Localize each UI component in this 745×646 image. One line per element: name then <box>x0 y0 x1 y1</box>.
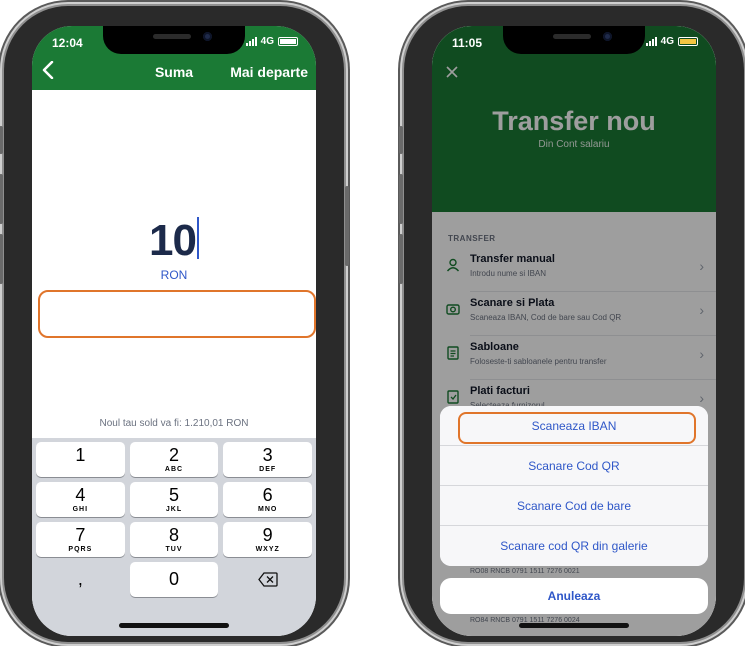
option-scanare-qr-galerie[interactable]: Scanare cod QR din galerie <box>440 526 708 566</box>
battery-icon <box>278 37 298 46</box>
key-2[interactable]: 2 ABC <box>129 442 219 477</box>
key-4[interactable]: 4 GHI <box>36 482 125 517</box>
key-5[interactable]: 5 JKL <box>129 482 219 517</box>
amount-screen: 12:04 4G Suma Mai departe 10 RON Noul ta… <box>32 26 316 636</box>
home-indicator <box>119 623 229 628</box>
highlight-box <box>458 412 696 444</box>
status-time: 12:04 <box>52 36 83 50</box>
option-scanare-cod-bare[interactable]: Scanare Cod de bare <box>440 486 708 526</box>
notch <box>503 26 645 54</box>
keypad-row: 1 2 ABC 3 DEF <box>36 442 313 477</box>
home-indicator <box>519 623 629 628</box>
key-3[interactable]: 3 DEF <box>223 442 313 477</box>
backspace-icon <box>257 572 278 587</box>
network-label: 4G <box>660 36 674 47</box>
volume-up-button <box>399 174 403 224</box>
next-button[interactable]: Mai departe <box>230 64 308 80</box>
option-scanare-cod-qr[interactable]: Scanare Cod QR <box>440 446 708 486</box>
volume-up-button <box>0 174 3 224</box>
notch <box>103 26 245 54</box>
status-indicators: 4G <box>245 36 298 47</box>
mute-switch <box>399 126 403 154</box>
network-label: 4G <box>260 36 274 47</box>
mute-switch <box>0 126 3 154</box>
key-1[interactable]: 1 <box>36 442 125 477</box>
keypad-row: 7 PQRS 8 TUV 9 WXYZ <box>36 522 313 557</box>
keypad-row: 4 GHI 5 JKL 6 MNO <box>36 482 313 517</box>
transfer-screen: 11:05 4G Transfer nou Din Cont salariu T… <box>432 26 716 636</box>
key-6[interactable]: 6 MNO <box>223 482 313 517</box>
amount-input[interactable]: 10 <box>32 216 316 266</box>
cancel-button[interactable]: Anuleaza <box>440 578 708 614</box>
battery-icon <box>678 37 698 46</box>
key-8[interactable]: 8 TUV <box>129 522 219 557</box>
status-indicators: 4G <box>645 36 698 47</box>
amount-value: 10 <box>149 216 197 265</box>
key-9[interactable]: 9 WXYZ <box>223 522 313 557</box>
key-delete[interactable] <box>223 562 312 597</box>
volume-down-button <box>0 234 3 284</box>
phone-frame-left: 12:04 4G Suma Mai departe 10 RON Noul ta… <box>0 6 349 642</box>
phone-frame-right: 11:05 4G Transfer nou Din Cont salariu T… <box>399 6 744 642</box>
screenshot-canvas: 12:04 4G Suma Mai departe 10 RON Noul ta… <box>0 0 745 646</box>
power-button <box>345 186 349 266</box>
key-7[interactable]: 7 PQRS <box>36 522 125 557</box>
key-decimal[interactable]: , <box>36 562 125 597</box>
status-time: 11:05 <box>452 36 483 50</box>
volume-down-button <box>399 234 403 284</box>
signal-icon <box>245 37 257 46</box>
highlight-box <box>38 290 316 338</box>
key-0[interactable]: 0 <box>129 562 219 597</box>
currency-label: RON <box>160 268 188 282</box>
signal-icon <box>645 37 657 46</box>
numeric-keypad: 1 2 ABC 3 DEF 4 GHI 5 JKL 6 MNO 7 PQRS 8 TUV 9W… <box>32 438 316 636</box>
new-balance-text: Noul tau sold va fi: 1.210,01 RON <box>99 418 249 429</box>
text-caret <box>196 217 199 259</box>
keypad-row: , 0 <box>36 562 312 597</box>
